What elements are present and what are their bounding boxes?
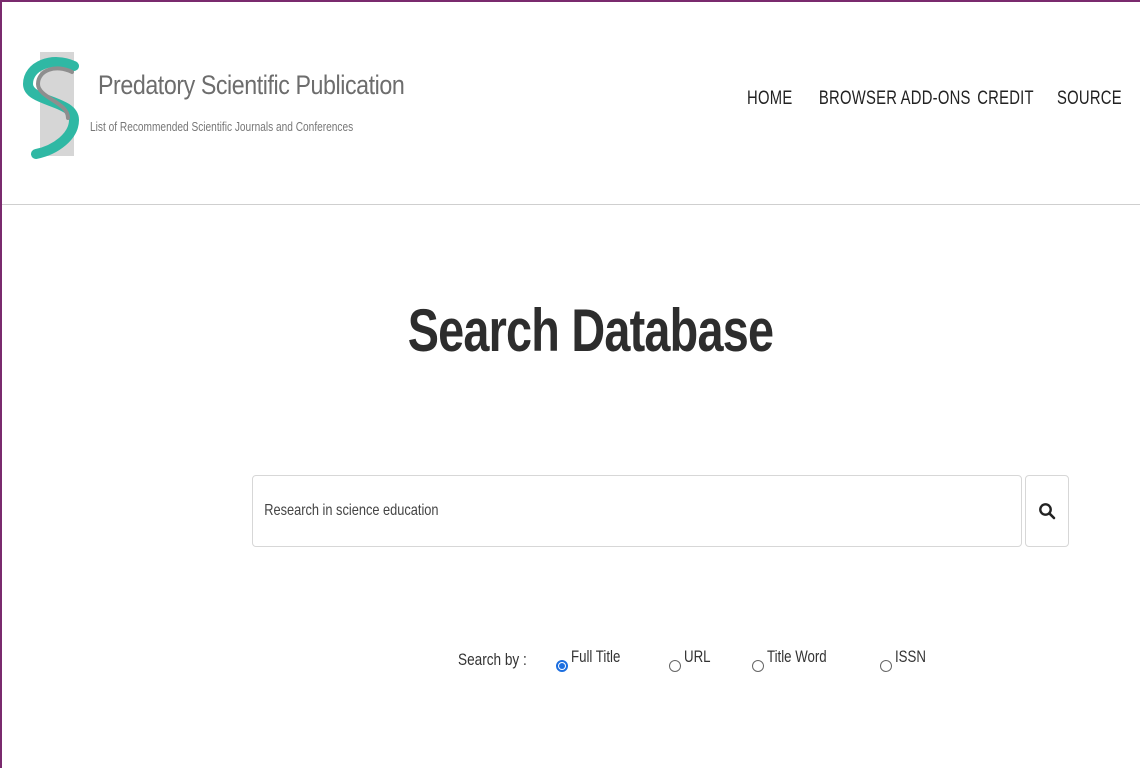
- option-full-title[interactable]: Full Title: [556, 647, 634, 672]
- option-title-word[interactable]: Title Word: [752, 647, 844, 672]
- nav-source[interactable]: SOURCE: [1057, 88, 1122, 110]
- option-url[interactable]: URL: [669, 647, 718, 672]
- radio-url[interactable]: [669, 660, 682, 672]
- page-title: Search Database: [407, 297, 774, 364]
- site-header: Predatory Scientific Publication List of…: [2, 2, 1140, 205]
- nav-browser-add-ons[interactable]: BROWSER ADD-ONS: [819, 88, 971, 110]
- search-icon: [1039, 503, 1056, 520]
- option-issn[interactable]: ISSN: [879, 647, 935, 672]
- option-label: Title Word: [767, 647, 828, 666]
- search-by-group: Search by : Full Title URL Title Word IS…: [458, 647, 935, 672]
- brand-title[interactable]: Predatory Scientific Publication: [98, 70, 405, 101]
- nav-home[interactable]: HOME: [747, 88, 797, 110]
- option-label: ISSN: [894, 647, 926, 666]
- search-by-label: Search by :: [458, 650, 527, 669]
- brand-subtitle: List of Recommended Scientific Journals …: [90, 119, 354, 134]
- search-box: [252, 475, 1022, 547]
- nav-credit[interactable]: CREDIT: [977, 88, 1043, 110]
- radio-title-word[interactable]: [752, 660, 765, 672]
- option-label: Full Title: [571, 647, 621, 666]
- main-nav: HOME BROWSER ADD-ONS CREDIT SOURCE: [744, 88, 1130, 110]
- radio-issn[interactable]: [879, 660, 892, 672]
- search-input[interactable]: [253, 476, 1021, 546]
- radio-full-title[interactable]: [556, 660, 568, 672]
- search-button[interactable]: [1025, 475, 1069, 547]
- predatory-logo-icon[interactable]: [22, 50, 92, 160]
- option-label: URL: [684, 647, 711, 666]
